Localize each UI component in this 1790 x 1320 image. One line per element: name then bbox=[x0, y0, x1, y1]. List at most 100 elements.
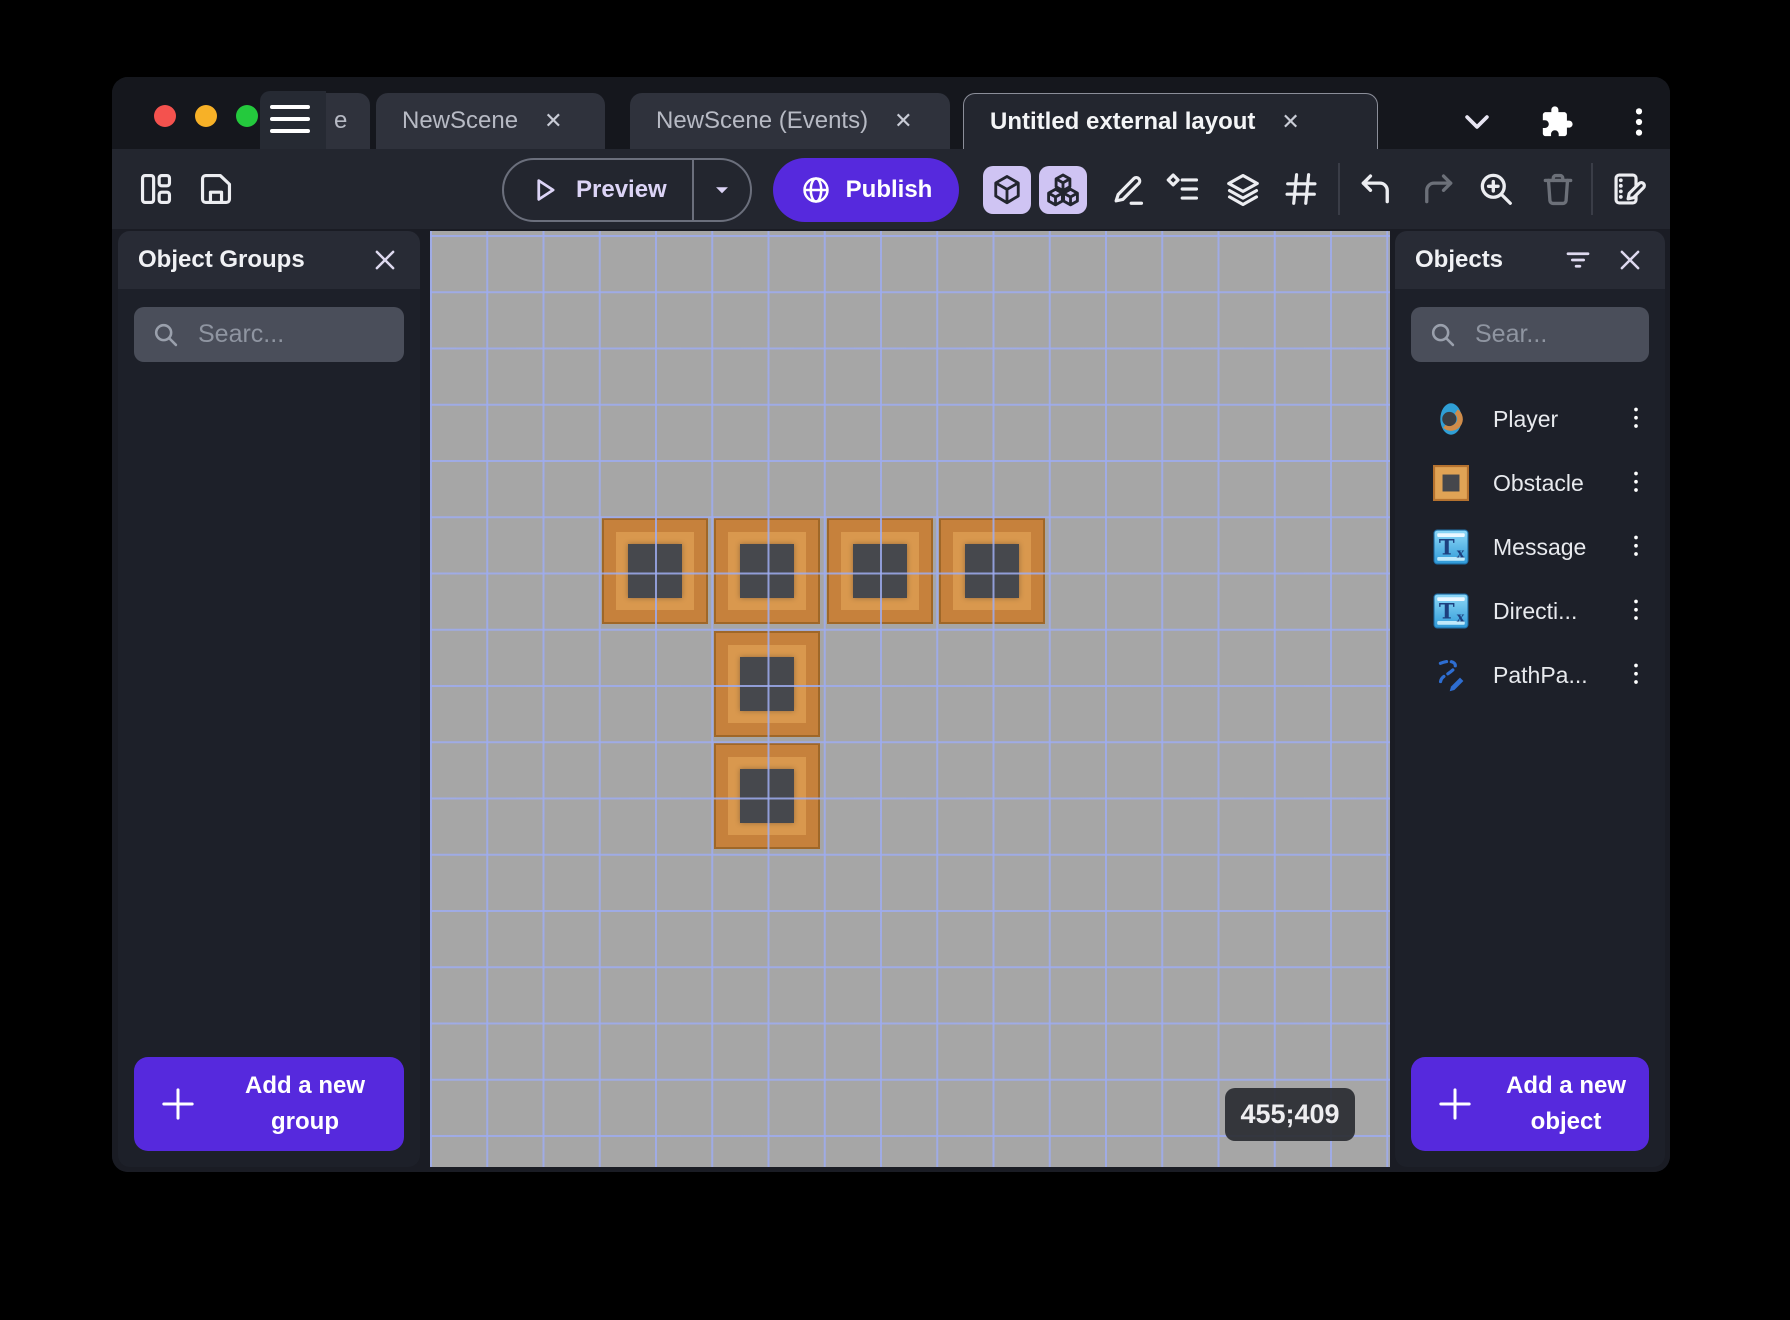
toolbar: Preview Publish bbox=[112, 149, 1670, 229]
object-label: Directi... bbox=[1493, 597, 1578, 624]
add-object-label: Add a new object bbox=[1505, 1072, 1626, 1135]
preview-dropdown-button[interactable] bbox=[692, 160, 750, 220]
object-row-pathpaint[interactable]: PathPa... bbox=[1395, 643, 1665, 707]
instances-editor-toggle-button[interactable] bbox=[1039, 166, 1087, 214]
obstacle-instance[interactable] bbox=[714, 518, 821, 625]
tab-untitled-external-layout[interactable]: Untitled external layout ✕ bbox=[963, 93, 1378, 149]
search-icon bbox=[154, 323, 178, 346]
obstacle-instance[interactable] bbox=[714, 630, 821, 737]
text-object-icon: Tx bbox=[1433, 529, 1469, 565]
grid-icon[interactable] bbox=[1279, 167, 1323, 211]
globe-icon bbox=[802, 177, 829, 203]
objects-search-input[interactable]: Sear... bbox=[1411, 307, 1649, 362]
toolbar-divider bbox=[1591, 163, 1593, 215]
kebab-menu-icon[interactable] bbox=[1622, 105, 1656, 139]
object-label: PathPa... bbox=[1493, 661, 1588, 688]
desktop-background: e NewScene ✕ NewScene (Events) ✕ Untitle… bbox=[0, 0, 1790, 1320]
hamburger-menu-icon[interactable] bbox=[270, 105, 310, 135]
obstacle-instance[interactable] bbox=[601, 518, 708, 625]
traffic-minimize-button[interactable] bbox=[195, 105, 217, 127]
svg-text:x: x bbox=[1457, 610, 1465, 625]
obstacle-instance[interactable] bbox=[939, 518, 1046, 625]
publish-button[interactable]: Publish bbox=[773, 158, 959, 222]
instances-list-icon[interactable] bbox=[1161, 167, 1205, 211]
kebab-menu-icon[interactable] bbox=[1625, 404, 1647, 434]
preview-button-main[interactable]: Preview bbox=[504, 175, 692, 205]
object-row-message[interactable]: Tx Message bbox=[1395, 515, 1665, 579]
redo-icon[interactable] bbox=[1416, 167, 1460, 211]
traffic-close-button[interactable] bbox=[154, 105, 176, 127]
objects-editor-toggle-button[interactable] bbox=[983, 166, 1031, 214]
kebab-menu-icon[interactable] bbox=[1625, 596, 1647, 626]
objects-header: Objects bbox=[1395, 231, 1665, 289]
object-groups-search-input[interactable]: Searc... bbox=[134, 307, 404, 362]
publish-label: Publish bbox=[845, 176, 933, 203]
plus-icon bbox=[162, 1088, 194, 1120]
search-placeholder: Sear... bbox=[1475, 320, 1548, 348]
svg-text:x: x bbox=[1457, 546, 1465, 561]
traffic-zoom-button[interactable] bbox=[236, 105, 258, 127]
layers-icon[interactable] bbox=[1221, 167, 1265, 211]
panel-title: Object Groups bbox=[138, 246, 305, 273]
home-tab-zone[interactable] bbox=[260, 91, 326, 149]
kebab-menu-icon[interactable] bbox=[1625, 532, 1647, 562]
chevron-down-icon[interactable] bbox=[1460, 105, 1494, 139]
close-icon[interactable]: ✕ bbox=[544, 110, 562, 132]
object-groups-panel: Object Groups Searc... Add a new group bbox=[118, 231, 420, 1167]
obstacle-instance[interactable] bbox=[826, 518, 933, 625]
extensions-puzzle-icon[interactable] bbox=[1540, 105, 1574, 139]
stacked-cubes-icon bbox=[1047, 173, 1079, 207]
search-icon bbox=[1431, 323, 1455, 346]
close-icon[interactable] bbox=[1615, 245, 1645, 275]
player-sprite-icon bbox=[1433, 401, 1469, 437]
close-icon[interactable] bbox=[370, 245, 400, 275]
obstacle-block-icon bbox=[1433, 465, 1469, 501]
add-group-label: Add a new group bbox=[244, 1072, 365, 1135]
obstacle-instance[interactable] bbox=[714, 743, 821, 850]
objects-list: Player Obstacle T x Message T x Directi.… bbox=[1395, 387, 1665, 707]
save-icon[interactable] bbox=[194, 167, 238, 211]
preview-label: Preview bbox=[576, 176, 667, 203]
tab-newscene-events[interactable]: NewScene (Events) ✕ bbox=[630, 93, 950, 149]
tab-label: NewScene (Events) bbox=[656, 107, 869, 134]
filter-icon[interactable] bbox=[1563, 245, 1593, 275]
content-area: Object Groups Searc... Add a new group 4… bbox=[112, 229, 1670, 1172]
scene-canvas[interactable]: 455;409 bbox=[430, 231, 1390, 1167]
tab-label: Untitled external layout bbox=[990, 107, 1256, 135]
app-window: e NewScene ✕ NewScene (Events) ✕ Untitle… bbox=[112, 77, 1670, 1172]
object-row-directions[interactable]: Tx Directi... bbox=[1395, 579, 1665, 643]
panel-title: Objects bbox=[1415, 246, 1504, 273]
undo-icon[interactable] bbox=[1354, 167, 1398, 211]
tab-newscene[interactable]: NewScene ✕ bbox=[376, 93, 605, 149]
add-group-button[interactable]: Add a new group bbox=[134, 1057, 404, 1151]
tab-label: NewScene bbox=[402, 107, 519, 134]
tab-truncated[interactable]: e bbox=[326, 93, 370, 149]
tab-label: e bbox=[334, 107, 348, 134]
svg-text:T: T bbox=[1439, 534, 1455, 559]
edit-events-sheet-icon[interactable] bbox=[1608, 167, 1652, 211]
grid-overlay bbox=[430, 231, 1390, 1167]
svg-text:T: T bbox=[1439, 598, 1455, 623]
object-row-obstacle[interactable]: Obstacle bbox=[1395, 451, 1665, 515]
trash-icon[interactable] bbox=[1536, 167, 1580, 211]
cursor-coordinates-badge: 455;409 bbox=[1225, 1088, 1355, 1141]
cube-icon bbox=[994, 175, 1020, 205]
kebab-menu-icon[interactable] bbox=[1625, 660, 1647, 690]
object-row-player[interactable]: Player bbox=[1395, 387, 1665, 451]
path-paint-icon bbox=[1433, 657, 1469, 693]
close-icon[interactable]: ✕ bbox=[1281, 110, 1299, 133]
add-object-button[interactable]: Add a new object bbox=[1411, 1057, 1649, 1151]
kebab-menu-icon[interactable] bbox=[1625, 468, 1647, 498]
text-object-icon: Tx bbox=[1433, 593, 1469, 629]
object-label: Player bbox=[1493, 405, 1559, 432]
preview-button[interactable]: Preview bbox=[502, 158, 752, 222]
plus-icon bbox=[1439, 1088, 1471, 1120]
open-projects-panel-icon[interactable] bbox=[134, 167, 178, 211]
caret-down-icon bbox=[716, 187, 728, 194]
object-label: Obstacle bbox=[1493, 469, 1584, 496]
search-placeholder: Searc... bbox=[198, 320, 285, 348]
close-icon[interactable]: ✕ bbox=[894, 110, 912, 132]
zoom-in-icon[interactable] bbox=[1474, 167, 1518, 211]
edit-pencil-icon[interactable] bbox=[1106, 167, 1150, 211]
object-label: Message bbox=[1493, 533, 1587, 560]
